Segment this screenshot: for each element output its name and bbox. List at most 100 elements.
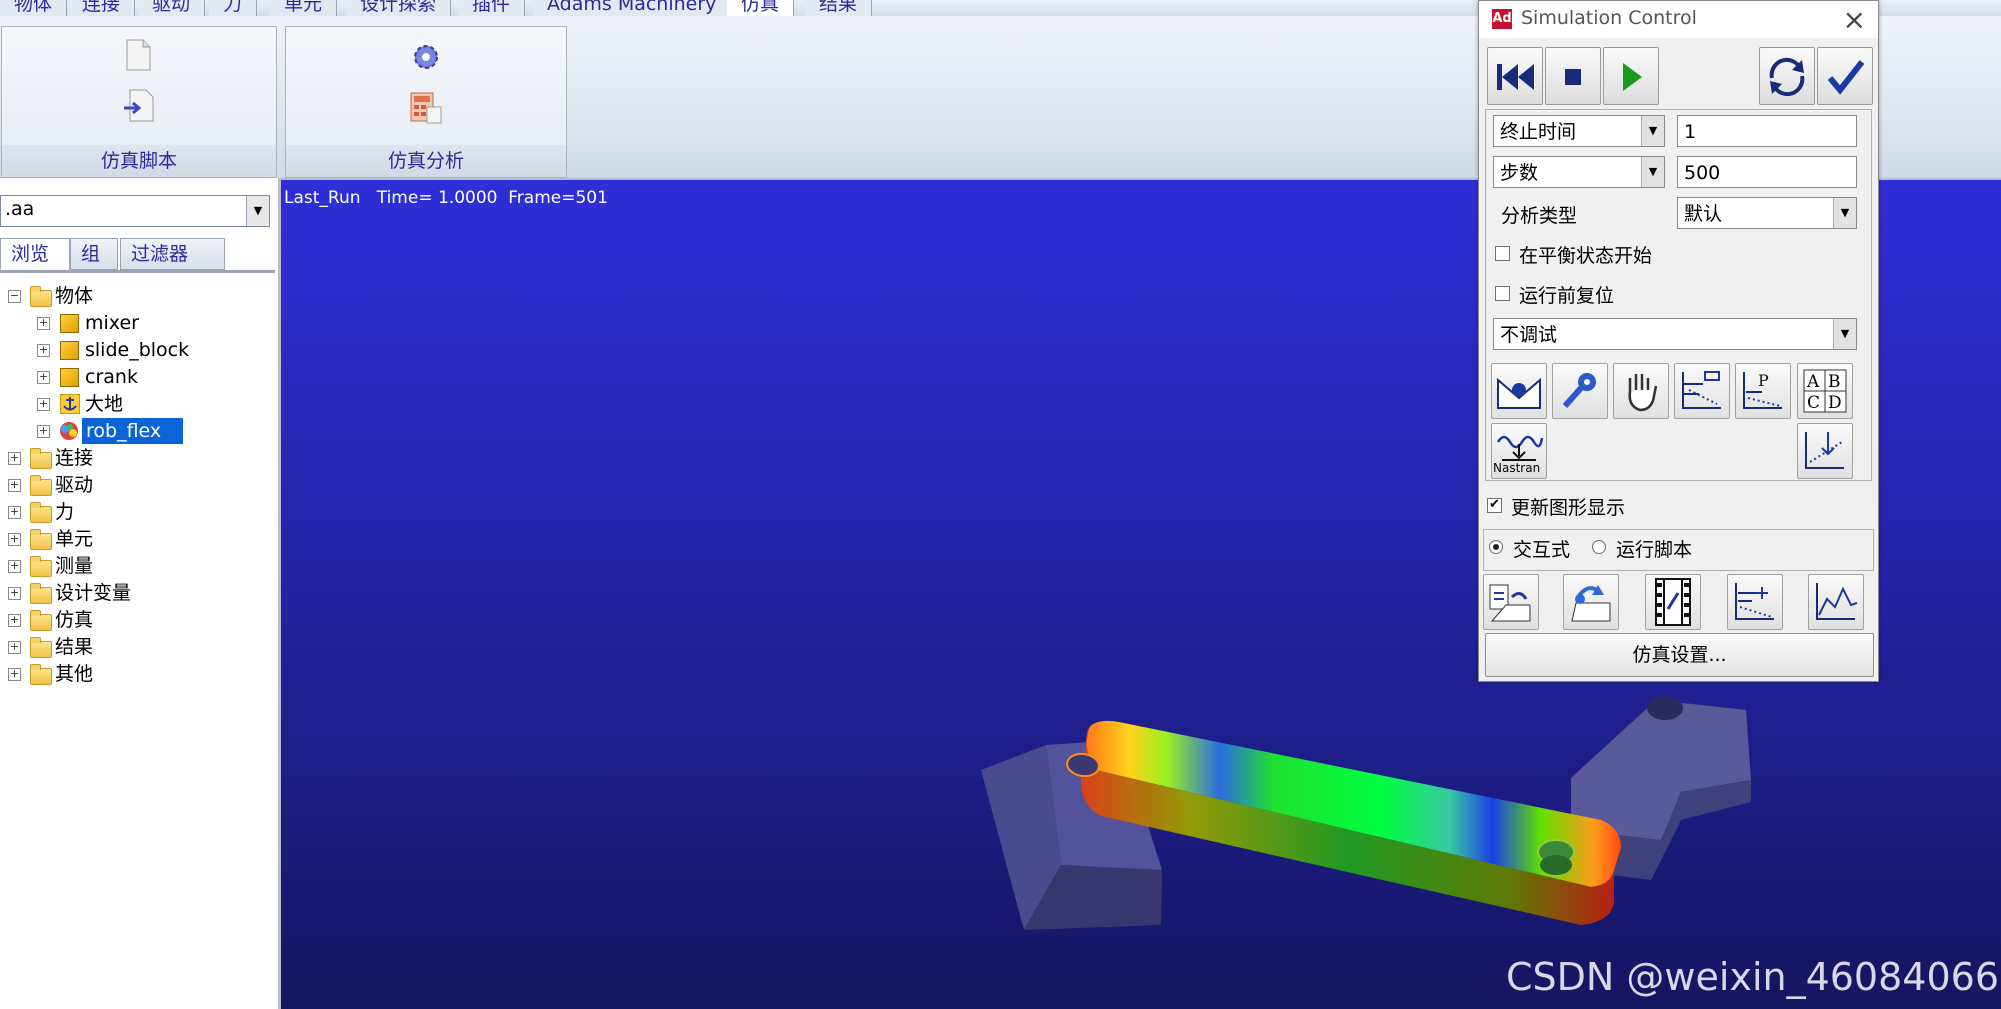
new-script-icon[interactable] — [124, 39, 152, 76]
end-time-input[interactable]: 1 — [1677, 115, 1857, 147]
chevron-down-icon[interactable]: ▼ — [246, 196, 269, 226]
expand-icon[interactable]: + — [37, 371, 50, 384]
ribbon-caption-sim-analysis[interactable]: 仿真分析 — [286, 145, 566, 177]
svg-text:D: D — [1828, 393, 1842, 413]
update-graphics-checkbox[interactable]: ✔ — [1487, 498, 1502, 513]
equilibrium-checkbox[interactable] — [1495, 246, 1510, 261]
static-equilibrium-button[interactable] — [1491, 363, 1547, 419]
tree-node-crank[interactable]: + crank — [0, 364, 270, 390]
rewind-icon — [1497, 64, 1534, 90]
chevron-down-icon[interactable]: ▼ — [1833, 319, 1856, 349]
tree-node-connectors[interactable]: + 连接 — [0, 445, 270, 471]
expand-icon[interactable]: + — [8, 668, 21, 681]
chevron-down-icon[interactable]: ▼ — [1641, 157, 1664, 187]
expand-icon[interactable]: + — [8, 533, 21, 546]
tree-node-design-variables[interactable]: + 设计变量 — [0, 580, 270, 606]
reset-before-run-checkbox[interactable] — [1495, 286, 1510, 301]
tree-node-motions[interactable]: + 驱动 — [0, 472, 270, 498]
tree-node-ground[interactable]: + 大地 — [0, 391, 270, 417]
expand-icon[interactable]: + — [8, 641, 21, 654]
scripted-table-button[interactable] — [1674, 363, 1730, 419]
tree-node-results[interactable]: + 结果 — [0, 634, 270, 660]
calculator-icon[interactable] — [409, 91, 443, 130]
analysis-type-label: 分析类型 — [1501, 205, 1578, 227]
open-results-button[interactable] — [1483, 574, 1539, 630]
interactive-radio[interactable] — [1489, 540, 1503, 554]
tree-node-slide-block[interactable]: + slide_block — [0, 337, 270, 363]
plot-p-button[interactable]: P — [1735, 363, 1791, 419]
dialog-title: Simulation Control — [1521, 7, 1697, 29]
chevron-down-icon[interactable]: ▼ — [1641, 116, 1664, 146]
import-script-icon[interactable] — [122, 89, 156, 128]
tab-adams-machinery[interactable]: Adams Machinery — [533, 0, 732, 16]
end-mode-select[interactable]: 终止时间 ▼ — [1493, 115, 1665, 147]
animation-button[interactable] — [1645, 574, 1701, 630]
dialog-titlebar[interactable]: Ad Simulation Control × — [1479, 1, 1878, 38]
accept-check-icon — [1827, 60, 1865, 95]
reset-button[interactable] — [1759, 47, 1815, 105]
stop-button[interactable] — [1545, 47, 1601, 105]
hand-button[interactable] — [1613, 363, 1669, 419]
run-script-radio[interactable] — [1592, 540, 1606, 554]
expand-icon[interactable]: + — [37, 317, 50, 330]
save-results-button[interactable] — [1563, 574, 1619, 630]
tab-filter[interactable]: 过滤器 — [120, 238, 225, 270]
ribbon-caption-sim-script[interactable]: 仿真脚本 — [2, 145, 276, 177]
tree-node-rob-flex[interactable]: + rob_flex — [0, 418, 270, 444]
measure-list-button[interactable] — [1727, 574, 1783, 630]
plot-button[interactable] — [1808, 574, 1864, 630]
tree-node-simulations[interactable]: + 仿真 — [0, 607, 270, 633]
play-button[interactable] — [1603, 47, 1659, 105]
tree-node-mixer[interactable]: + mixer — [0, 310, 270, 336]
key-button[interactable] — [1552, 363, 1608, 419]
ground-icon — [59, 393, 81, 421]
tab-groups[interactable]: 组 — [70, 238, 118, 270]
expand-icon[interactable]: + — [37, 398, 50, 411]
tab-bodies[interactable]: 物体 — [0, 0, 68, 16]
chevron-down-icon[interactable]: ▼ — [1833, 198, 1856, 228]
tab-plugins[interactable]: 插件 — [458, 0, 526, 16]
expand-icon[interactable]: + — [37, 425, 50, 438]
close-icon[interactable]: × — [1843, 3, 1866, 36]
expand-icon[interactable]: + — [8, 614, 21, 627]
flex-body-icon — [58, 421, 80, 448]
abcd-table-icon: A B C D — [1803, 369, 1847, 413]
expand-icon[interactable]: + — [8, 587, 21, 600]
watermark: CSDN @weixin_46084066 — [1506, 955, 1999, 999]
part-icon — [60, 314, 79, 333]
expand-icon[interactable]: + — [8, 506, 21, 519]
expand-icon[interactable]: + — [8, 479, 21, 492]
analysis-type-select[interactable]: 默认 ▼ — [1677, 197, 1857, 229]
step-mode-select[interactable]: 步数 ▼ — [1493, 156, 1665, 188]
collapse-icon[interactable]: − — [8, 290, 21, 303]
simulation-gear-icon[interactable] — [410, 41, 442, 78]
tree-node-measures[interactable]: + 测量 — [0, 553, 270, 579]
measure-plot-button[interactable] — [1797, 423, 1853, 479]
steps-input[interactable]: 500 — [1677, 156, 1857, 188]
accept-button[interactable] — [1817, 47, 1873, 105]
simulation-settings-button[interactable]: 仿真设置... — [1485, 633, 1874, 677]
tab-elements[interactable]: 单元 — [270, 0, 338, 16]
tab-results[interactable]: 结果 — [805, 0, 873, 16]
expand-icon[interactable]: + — [8, 560, 21, 573]
tree-node-forces[interactable]: + 力 — [0, 499, 270, 525]
tree-node-elements[interactable]: + 单元 — [0, 526, 270, 552]
tree-node-other[interactable]: + 其他 — [0, 661, 270, 687]
tab-browse[interactable]: 浏览 — [0, 238, 70, 270]
rewind-button[interactable] — [1487, 47, 1543, 105]
tab-motions[interactable]: 驱动 — [138, 0, 206, 16]
debug-mode-select[interactable]: 不调试 ▼ — [1493, 318, 1857, 350]
model-select[interactable]: .aa ▼ — [0, 195, 270, 227]
abcd-table-button[interactable]: A B C D — [1797, 363, 1853, 419]
expand-icon[interactable]: + — [37, 344, 50, 357]
tab-design-exploration[interactable]: 设计探索 — [346, 0, 452, 16]
tab-forces[interactable]: 力 — [209, 0, 258, 16]
tree-node-bodies[interactable]: − 物体 — [0, 283, 270, 309]
tab-connectors[interactable]: 连接 — [68, 0, 136, 16]
play-icon — [1623, 63, 1642, 91]
interactive-label: 交互式 — [1513, 539, 1571, 561]
tab-simulation[interactable]: 仿真 — [727, 0, 795, 16]
expand-icon[interactable]: + — [8, 452, 21, 465]
ribbon-group-sim-script: 仿真脚本 — [1, 26, 277, 178]
nastran-button[interactable]: Nastran — [1491, 423, 1547, 479]
